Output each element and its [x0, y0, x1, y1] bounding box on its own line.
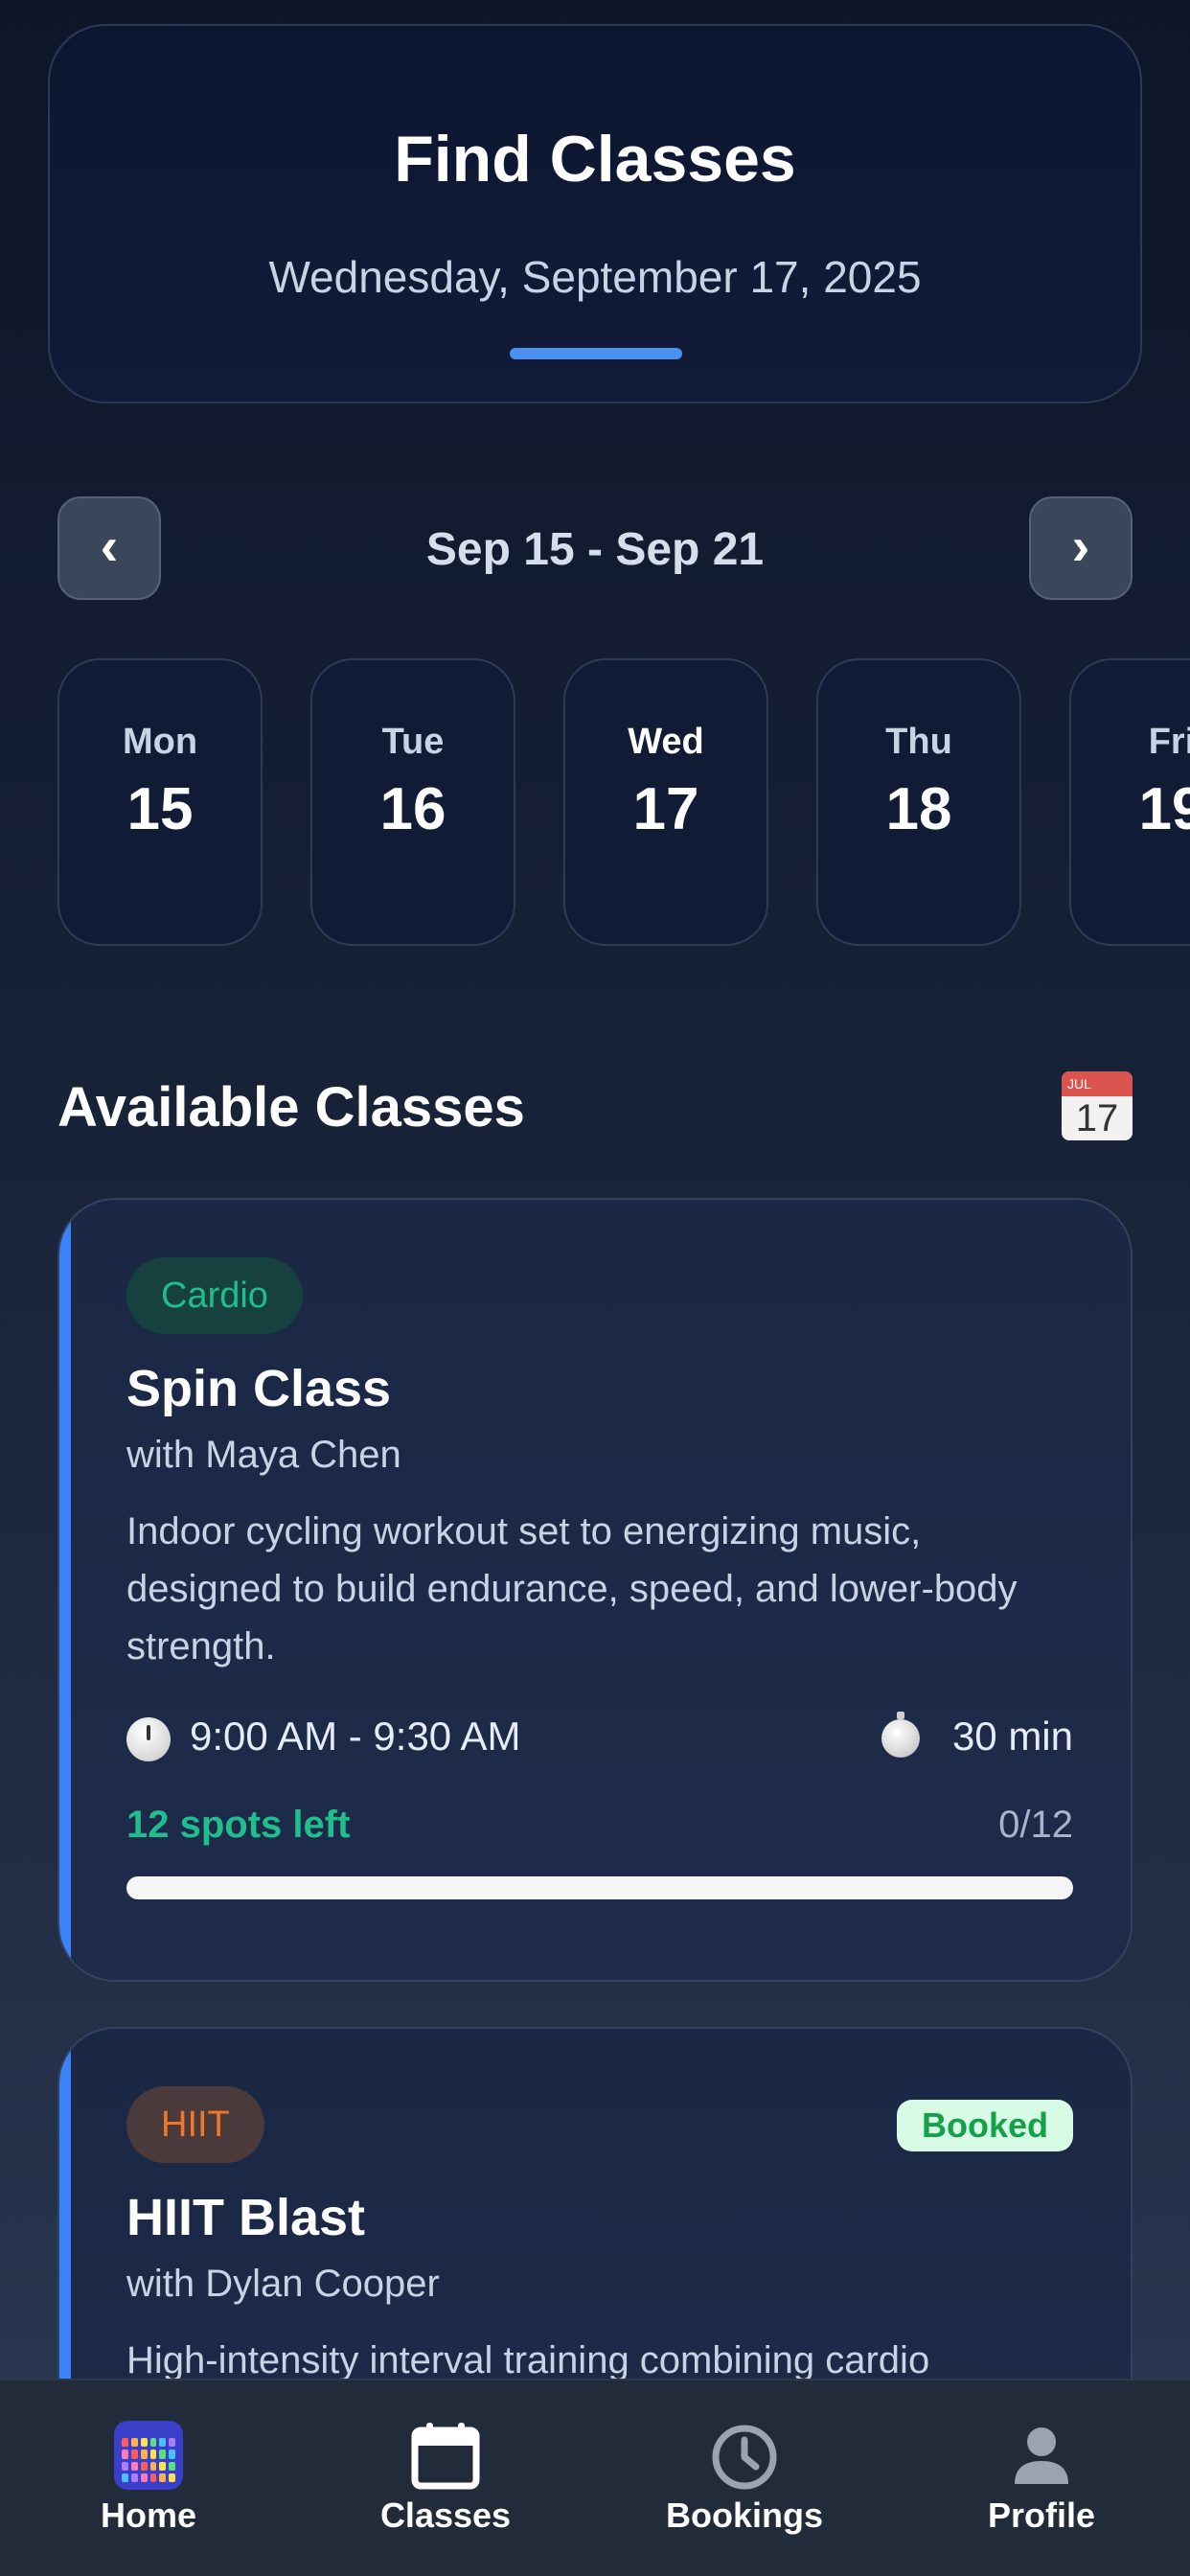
next-week-button[interactable]: › [1029, 496, 1133, 600]
page-title: Find Classes [394, 123, 796, 196]
tab-bookings[interactable]: Bookings [629, 2380, 859, 2576]
week-navigation: ‹ Sep 15 - Sep 21 › [57, 496, 1133, 602]
day-card-thu[interactable]: Thu 18 [816, 658, 1021, 946]
tab-classes[interactable]: Classes [331, 2380, 561, 2576]
day-card-wed[interactable]: Wed 17 [563, 658, 768, 946]
day-number: 18 [885, 776, 952, 842]
day-card-tue[interactable]: Tue 16 [310, 658, 515, 946]
day-number: 15 [126, 776, 194, 842]
class-name: Spin Class [126, 1360, 392, 1417]
spots-count: 0/12 [998, 1804, 1073, 1846]
tab-label: Classes [379, 2496, 512, 2535]
clock-icon [712, 2425, 777, 2490]
day-name: Thu [885, 722, 952, 762]
booked-badge: Booked [896, 2100, 1073, 2151]
class-duration: 30 min [951, 1714, 1073, 1759]
calendar-icon [411, 2423, 480, 2490]
capacity-progress-bar [126, 1876, 1073, 1899]
day-name: Fri [1148, 722, 1190, 762]
person-icon [1015, 2427, 1068, 2484]
current-date: Wednesday, September 17, 2025 [268, 252, 922, 302]
header-card: Find Classes Wednesday, September 17, 20… [48, 24, 1142, 403]
clock-icon [126, 1717, 171, 1761]
class-description: Indoor cycling workout set to energizing… [126, 1510, 1018, 1668]
day-number: 17 [632, 776, 699, 842]
week-range: Sep 15 - Sep 21 [425, 524, 765, 575]
header-accent-bar [510, 348, 682, 359]
day-name: Wed [628, 722, 704, 762]
bottom-tab-bar: Home Classes Bookings Profile [0, 2379, 1190, 2576]
calendar-icon-day: 17 [1075, 1097, 1119, 1139]
tab-label: Home [100, 2496, 197, 2535]
day-number: 16 [379, 776, 446, 842]
spots-left: 12 spots left [126, 1804, 351, 1846]
stopwatch-icon [881, 1712, 920, 1758]
day-card-mon[interactable]: Mon 15 [57, 658, 263, 946]
day-number: 19 [1138, 776, 1190, 842]
tab-home[interactable]: Home [34, 2380, 263, 2576]
calendar-icon: JUL 17 [1062, 1071, 1133, 1140]
schedule-row: 9:00 AM - 9:30 AM 30 min [126, 1712, 1073, 1767]
category-tag: HIIT [126, 2086, 264, 2163]
day-name: Tue [381, 722, 445, 762]
tab-label: Profile [987, 2496, 1096, 2535]
category-tag: Cardio [126, 1257, 303, 1334]
home-app-icon [114, 2421, 183, 2490]
tab-profile[interactable]: Profile [927, 2380, 1156, 2576]
day-name: Mon [122, 722, 198, 762]
tab-label: Bookings [665, 2496, 823, 2535]
capacity-row: 12 spots left 0/12 [126, 1804, 1073, 1852]
instructor-name: with Dylan Cooper [126, 2263, 440, 2305]
class-name: HIIT Blast [126, 2189, 366, 2246]
calendar-icon-month: JUL [1062, 1071, 1133, 1096]
day-selector: Mon 15 Tue 16 Wed 17 Thu 18 Fri 19 [57, 658, 1190, 948]
class-card-spin[interactable]: Cardio Spin Class with Maya Chen Indoor … [57, 1198, 1133, 1982]
class-time: 9:00 AM - 9:30 AM [190, 1714, 521, 1759]
section-title: Available Classes [57, 1076, 525, 1138]
instructor-name: with Maya Chen [126, 1434, 401, 1476]
day-card-fri[interactable]: Fri 19 [1069, 658, 1190, 946]
